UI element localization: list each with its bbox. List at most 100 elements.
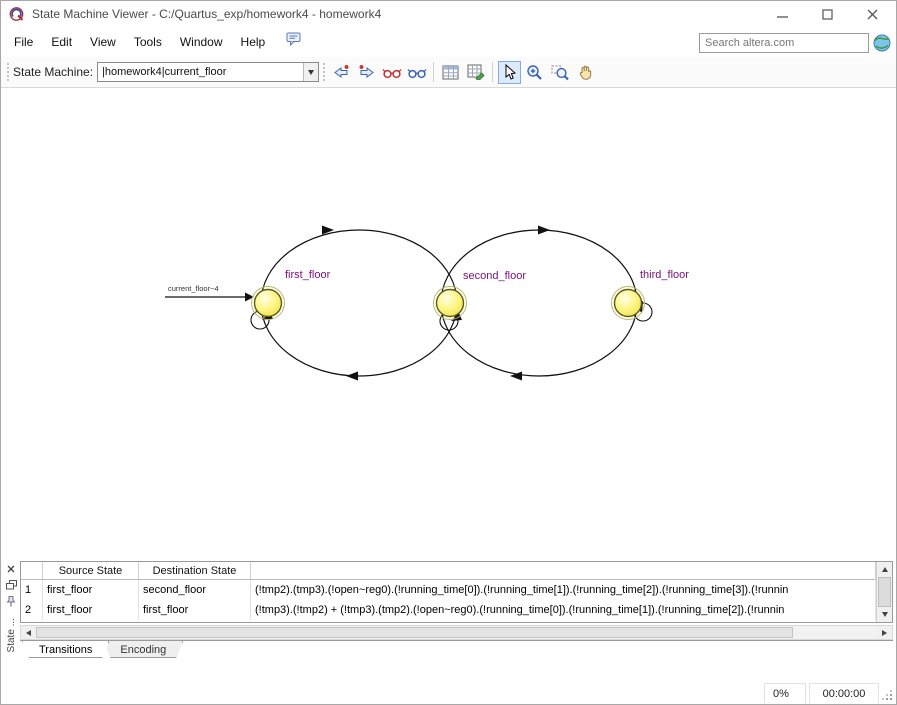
highlight-fan-in-button[interactable] <box>380 61 403 84</box>
menu-view[interactable]: View <box>81 31 125 53</box>
back-arrow-icon <box>334 65 349 78</box>
scroll-right-button[interactable] <box>877 626 892 639</box>
globe-icon <box>873 34 891 52</box>
toolbar-separator <box>492 62 494 82</box>
select-tool-button[interactable] <box>498 60 522 84</box>
scroll-down-button[interactable] <box>877 607 892 622</box>
zoom-selection-tool-button[interactable] <box>548 61 571 84</box>
cursor-arrow-icon <box>505 64 516 80</box>
encoding-table-button[interactable] <box>464 61 487 84</box>
window-title: State Machine Viewer - C:/Quartus_exp/ho… <box>32 7 382 21</box>
vertical-scroll-thumb[interactable] <box>878 577 891 607</box>
red-glasses-icon <box>382 68 402 78</box>
state-label-second-floor: second_floor <box>463 270 526 282</box>
search-input[interactable] <box>705 37 863 49</box>
source-state-cell: first_floor <box>43 580 139 600</box>
table-row[interactable]: 2 first_floor first_floor (!tmp3).(!tmp2… <box>21 600 876 620</box>
dropdown-button[interactable] <box>303 63 319 81</box>
resize-grip-icon <box>882 690 892 700</box>
state-machine-viewer-window: State Machine Viewer - C:/Quartus_exp/ho… <box>0 0 897 705</box>
blue-glasses-icon <box>407 68 427 78</box>
toolbar-grip[interactable] <box>7 63 9 81</box>
menubar: File Edit View Tools Window Help <box>1 27 896 57</box>
tab-encoding[interactable]: Encoding <box>103 641 183 658</box>
source-state-cell: first_floor <box>43 600 139 620</box>
zoom-in-tool-button[interactable] <box>523 61 546 84</box>
menu-window[interactable]: Window <box>171 31 232 53</box>
state-diagram: current_floor~4 first_floor second_floor… <box>165 225 689 381</box>
panel-pin-button[interactable] <box>4 594 18 608</box>
previous-state-machine-button[interactable] <box>330 61 353 84</box>
table-row[interactable]: 1 first_floor second_floor (!tmp2).(tmp3… <box>21 580 876 600</box>
feedback-button[interactable] <box>286 32 302 50</box>
state-machine-select-value: |homework4|current_floor <box>102 66 227 78</box>
header-rownum <box>21 562 43 579</box>
toolbar: State Machine: |homework4|current_floor <box>1 57 896 88</box>
menu-tools[interactable]: Tools <box>125 31 171 53</box>
header-condition[interactable] <box>251 562 876 579</box>
vertical-scroll-track[interactable] <box>877 577 892 607</box>
panel-side-strip: State ... <box>2 559 20 658</box>
hand-icon <box>579 65 591 80</box>
scroll-left-button[interactable] <box>21 626 36 639</box>
transitions-panel: State ... Source State Destination State… <box>2 559 895 658</box>
panel-float-button[interactable] <box>4 578 18 592</box>
highlight-fan-out-button[interactable] <box>405 61 428 84</box>
maximize-button[interactable] <box>805 1 850 27</box>
panel-close-button[interactable] <box>4 562 18 576</box>
table-icon <box>442 65 459 79</box>
transition-table-button[interactable] <box>439 61 462 84</box>
progress-indicator: 0% <box>764 683 806 703</box>
vertical-scrollbar[interactable] <box>876 562 892 622</box>
state-third-floor[interactable] <box>613 288 643 318</box>
horizontal-scrollbar[interactable] <box>20 625 893 640</box>
table-header-row: Source State Destination State <box>21 562 876 580</box>
diagram-canvas[interactable]: current_floor~4 first_floor second_floor… <box>2 88 895 559</box>
horizontal-scroll-track[interactable] <box>36 626 877 639</box>
pan-tool-button[interactable] <box>573 61 596 84</box>
web-search-button[interactable] <box>873 34 891 52</box>
resize-grip[interactable] <box>879 683 895 703</box>
scroll-left-icon <box>26 629 31 636</box>
header-destination-state[interactable]: Destination State <box>139 562 251 579</box>
float-panel-icon <box>5 580 17 590</box>
arrowhead <box>538 225 550 235</box>
next-state-machine-button[interactable] <box>355 61 378 84</box>
minimize-icon <box>777 15 788 18</box>
state-first-floor[interactable] <box>253 288 283 318</box>
state-label-first-floor: first_floor <box>285 269 331 281</box>
transition-second-third[interactable] <box>440 229 638 377</box>
scroll-up-icon <box>881 567 888 572</box>
feedback-icon <box>286 32 301 46</box>
arrowhead <box>346 371 358 381</box>
row-number: 2 <box>21 600 43 620</box>
state-machine-select[interactable]: |homework4|current_floor <box>97 62 320 82</box>
tab-encoding-label: Encoding <box>120 643 167 656</box>
scroll-up-button[interactable] <box>877 562 892 577</box>
state-second-floor[interactable] <box>435 288 465 318</box>
horizontal-scroll-thumb[interactable] <box>36 627 793 638</box>
quartus-logo-icon <box>8 6 25 23</box>
menu-file[interactable]: File <box>5 31 42 53</box>
header-source-state[interactable]: Source State <box>43 562 139 579</box>
elapsed-time: 00:00:00 <box>809 683 879 703</box>
panel-tabs: Transitions Encoding <box>20 640 893 658</box>
pin-icon <box>6 595 16 606</box>
menu-edit[interactable]: Edit <box>42 31 81 53</box>
panel-vertical-title: State ... <box>5 618 17 653</box>
destination-state-cell: second_floor <box>139 580 251 600</box>
zoom-in-icon <box>527 64 542 80</box>
minimize-button[interactable] <box>760 1 805 27</box>
menu-help[interactable]: Help <box>232 31 275 53</box>
forward-arrow-icon <box>359 65 374 78</box>
close-button[interactable] <box>850 1 895 27</box>
tab-transitions[interactable]: Transitions <box>22 641 109 658</box>
state-label-third-floor: third_floor <box>640 269 689 281</box>
transition-first-second[interactable] <box>260 229 458 377</box>
dropdown-arrow-icon <box>308 69 315 75</box>
toolbar-grip[interactable] <box>323 63 326 81</box>
toolbar-separator <box>433 62 435 82</box>
titlebar: State Machine Viewer - C:/Quartus_exp/ho… <box>1 1 896 27</box>
row-number: 1 <box>21 580 43 600</box>
scroll-down-icon <box>881 612 888 617</box>
